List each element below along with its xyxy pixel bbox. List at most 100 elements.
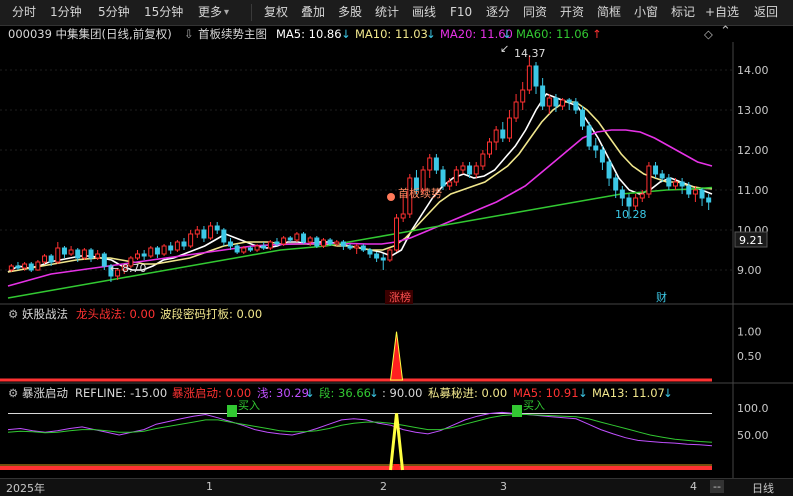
segment-line [7, 414, 713, 443]
date-label-apr: 4 [690, 480, 697, 493]
candle-body [154, 247, 160, 255]
candle-body [247, 247, 253, 251]
candle-body [254, 245, 260, 251]
candle-body [593, 145, 599, 151]
candle-body [374, 253, 380, 259]
candle-body [281, 237, 287, 245]
candle-body [301, 233, 307, 243]
candle-body [626, 197, 632, 207]
candle-body [320, 239, 326, 247]
candle-body [646, 165, 652, 195]
candle-body [579, 109, 585, 127]
sub1-tick-label: 0.50 [737, 350, 762, 363]
candle-body [380, 257, 386, 261]
candle-body [181, 241, 187, 247]
candle-body [513, 101, 519, 119]
buy-tag-2: 买入 [523, 399, 545, 412]
candle-body [493, 129, 499, 143]
candle-body [679, 181, 685, 187]
candle-body [487, 141, 493, 155]
candle-body [294, 233, 300, 241]
sub2-tick-label: 50.00 [737, 429, 769, 442]
candle-body [427, 157, 433, 171]
candle-body [400, 213, 406, 219]
date-label-mar: 3 [500, 480, 507, 493]
buy-tag-1: 买入 [238, 399, 260, 412]
price-tick-label: 13.00 [737, 104, 769, 117]
limit-marker[interactable]: 涨榜 [389, 290, 411, 304]
kline-chart[interactable]: 1.00 0.50 100.0 50.00 14.00 13.00 12.00 11.00… [0, 0, 793, 495]
low-pointer-icon: ← [110, 262, 119, 275]
candle-body [433, 157, 439, 171]
candle-body [234, 245, 240, 253]
sub2-spike-base [393, 464, 400, 470]
date-right-cell: -- [710, 480, 724, 493]
candle-body [22, 263, 28, 269]
date-label-feb: 2 [380, 480, 387, 493]
candle-body [188, 233, 194, 247]
signal-label: 首板续势 [398, 186, 442, 200]
candle-body [533, 65, 539, 87]
shallow-line [7, 411, 713, 447]
candle-body [639, 193, 645, 199]
candle-body [101, 253, 107, 267]
candle-body [672, 181, 678, 187]
sub2-spike [389, 413, 405, 471]
high-pointer-icon: ↙ [500, 42, 509, 55]
candle-body [659, 173, 665, 179]
candle-body [633, 197, 639, 207]
candle-body [613, 177, 619, 191]
candle-body [35, 261, 41, 271]
candle-body [274, 241, 280, 245]
candle-body [692, 189, 698, 195]
price-tick-label: 11.00 [737, 184, 769, 197]
current-price: 9.21 [739, 234, 764, 247]
date-label-jan: 1 [206, 480, 213, 493]
candle-body [327, 239, 333, 245]
candle-body [360, 245, 366, 251]
candle-body [699, 189, 705, 199]
daily-line-button[interactable]: 日线 [752, 480, 774, 496]
candle-body [241, 247, 247, 253]
candle-body [227, 241, 233, 247]
date-axis: 2025年 1 2 3 4 -- 日线 [0, 478, 793, 496]
sub1-spike [389, 331, 404, 381]
candle-body [473, 165, 479, 175]
candle-body [148, 247, 154, 257]
candle-body [506, 117, 512, 139]
candle-body [467, 165, 473, 175]
candle-body [347, 245, 353, 249]
candle-body [42, 255, 48, 263]
candle-body [135, 253, 141, 259]
candle-body [447, 181, 453, 187]
candle-body [706, 197, 712, 203]
finance-marker[interactable]: 财 [656, 290, 667, 304]
date-label-year: 2025年 [6, 482, 45, 495]
candle-body [287, 237, 293, 241]
ma5-line [7, 93, 713, 273]
candle-body [141, 253, 147, 257]
candle-body [520, 89, 526, 103]
candle-body [28, 263, 34, 271]
candle-body [48, 255, 54, 263]
candle-body [367, 249, 373, 255]
candle-body [161, 245, 167, 255]
candle-body [546, 97, 552, 107]
buy-flag-1 [227, 405, 237, 417]
candle-body [8, 265, 14, 271]
candle-body [453, 169, 459, 183]
signal-dot [387, 193, 395, 201]
candle-body [334, 241, 340, 245]
candle-body [75, 249, 81, 259]
sub1-tick-label: 1.00 [737, 326, 762, 339]
candle-body [666, 177, 672, 187]
candle-body [560, 99, 566, 107]
candle-body [340, 241, 346, 247]
buy-flag-2 [512, 405, 522, 417]
candle-body [526, 65, 532, 91]
candle-body [95, 253, 101, 259]
candle-body [81, 249, 87, 259]
candle-body [394, 217, 400, 251]
low-right-label: 10.28 [615, 208, 647, 221]
candle-body [267, 241, 273, 249]
